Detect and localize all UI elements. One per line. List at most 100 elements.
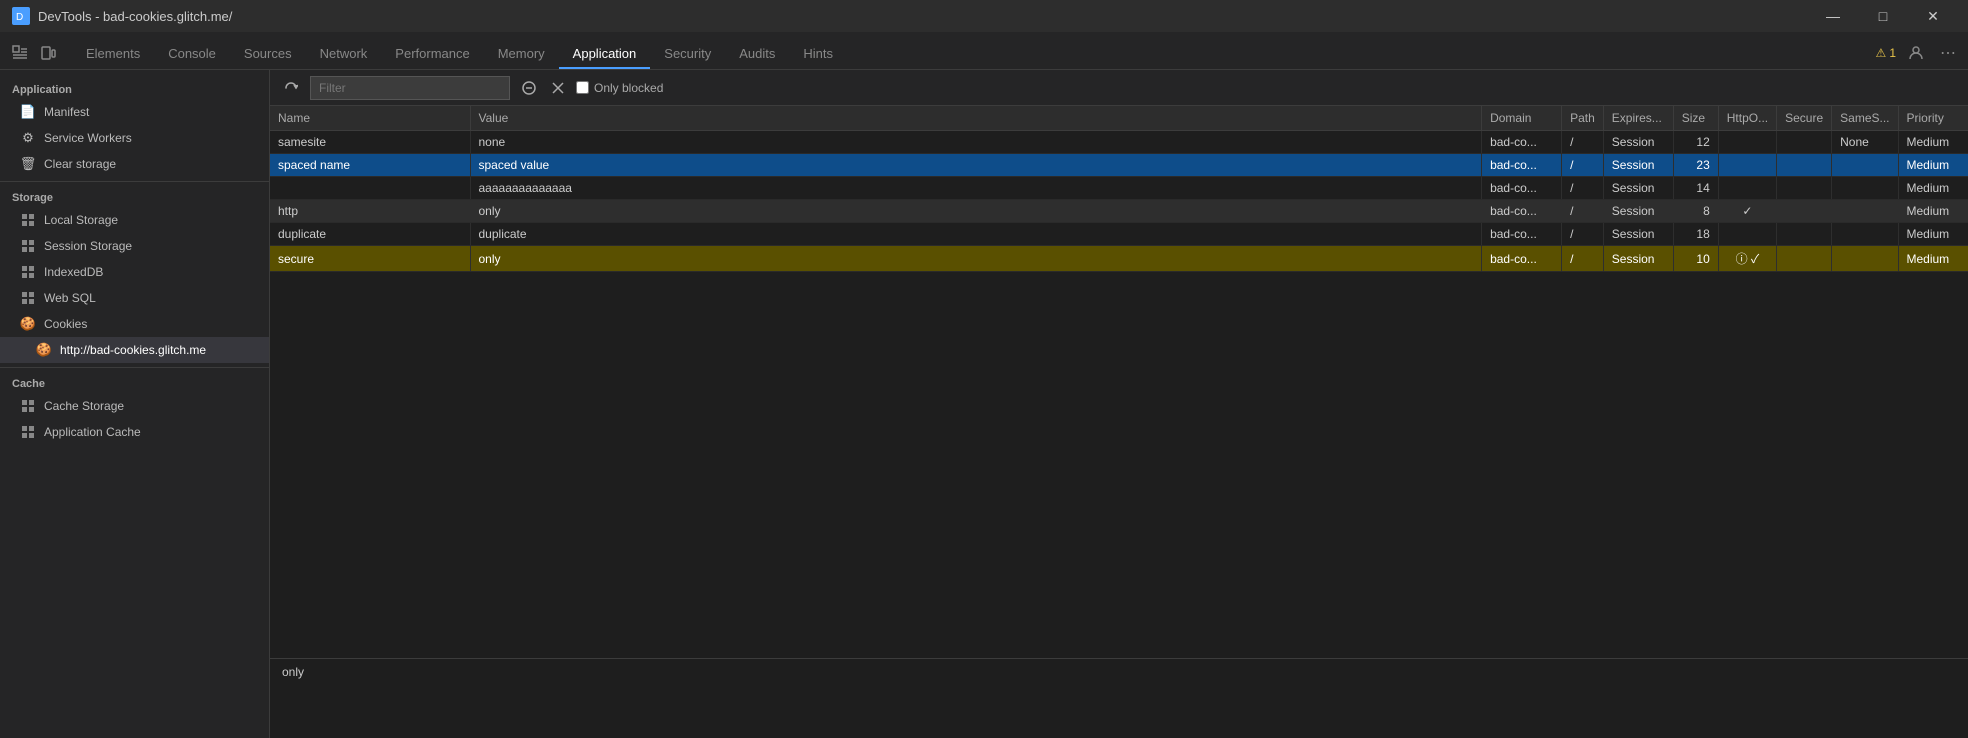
cell-path: / <box>1562 177 1604 200</box>
sidebar-divider-2 <box>0 367 269 368</box>
cell-path: / <box>1562 246 1604 272</box>
cell-samesite <box>1832 223 1898 246</box>
col-header-path[interactable]: Path <box>1562 106 1604 131</box>
web-sql-icon <box>20 290 36 306</box>
tabs-bar: Elements Console Sources Network Perform… <box>0 32 1968 70</box>
local-storage-icon <box>20 212 36 228</box>
sidebar-item-app-cache[interactable]: Application Cache <box>0 419 269 445</box>
table-row[interactable]: aaaaaaaaaaaaaabad-co.../Session14Medium <box>270 177 1968 200</box>
cell-size: 8 <box>1673 200 1718 223</box>
cell-httpOnly: ✓ <box>1718 200 1776 223</box>
cell-domain: bad-co... <box>1482 246 1562 272</box>
sidebar-item-web-sql[interactable]: Web SQL <box>0 285 269 311</box>
cell-name: duplicate <box>270 223 470 246</box>
tab-hints[interactable]: Hints <box>789 40 847 69</box>
col-header-value[interactable]: Value <box>470 106 1482 131</box>
cell-expires: Session <box>1603 177 1673 200</box>
sidebar-item-cache-storage-label: Cache Storage <box>44 399 124 413</box>
cache-storage-icon <box>20 398 36 414</box>
warning-count: 1 <box>1889 46 1896 60</box>
table-row[interactable]: httponlybad-co.../Session8✓Medium <box>270 200 1968 223</box>
col-header-http[interactable]: HttpO... <box>1718 106 1776 131</box>
clear-cookies-button[interactable] <box>518 79 540 97</box>
sidebar-item-local-storage[interactable]: Local Storage <box>0 207 269 233</box>
col-header-size[interactable]: Size <box>1673 106 1718 131</box>
filter-input[interactable] <box>310 76 510 100</box>
sidebar-item-cookie-url[interactable]: 🍪 http://bad-cookies.glitch.me <box>0 337 269 363</box>
sidebar-item-session-storage[interactable]: Session Storage <box>0 233 269 259</box>
delete-button[interactable] <box>548 80 568 96</box>
table-row[interactable]: duplicateduplicatebad-co.../Session18Med… <box>270 223 1968 246</box>
col-header-domain[interactable]: Domain <box>1482 106 1562 131</box>
cell-httpOnly: ⓘ ✓ <box>1718 246 1776 272</box>
cell-priority: Medium <box>1898 177 1968 200</box>
tab-security[interactable]: Security <box>650 40 725 69</box>
sidebar-item-local-storage-label: Local Storage <box>44 213 118 227</box>
sidebar-item-manifest[interactable]: 📄 Manifest <box>0 99 269 125</box>
cell-samesite: None <box>1832 131 1898 154</box>
tab-memory[interactable]: Memory <box>484 40 559 69</box>
cell-size: 23 <box>1673 154 1718 177</box>
col-header-expires[interactable]: Expires... <box>1603 106 1673 131</box>
sidebar-item-clear-storage[interactable]: 🗑 Clear storage <box>0 151 269 177</box>
sidebar-item-indexeddb[interactable]: IndexedDB <box>0 259 269 285</box>
sidebar-item-session-storage-label: Session Storage <box>44 239 132 253</box>
cell-domain: bad-co... <box>1482 200 1562 223</box>
close-button[interactable]: ✕ <box>1910 0 1956 32</box>
table-row[interactable]: spaced namespaced valuebad-co.../Session… <box>270 154 1968 177</box>
cell-size: 10 <box>1673 246 1718 272</box>
session-storage-icon <box>20 238 36 254</box>
col-header-samesite[interactable]: SameS... <box>1832 106 1898 131</box>
cell-domain: bad-co... <box>1482 223 1562 246</box>
device-icon[interactable] <box>36 41 60 65</box>
tab-audits[interactable]: Audits <box>725 40 789 69</box>
tab-right-controls: ⚠ 1 ⋯ <box>1876 41 1960 69</box>
cell-expires: Session <box>1603 246 1673 272</box>
col-header-priority[interactable]: Priority <box>1898 106 1968 131</box>
sidebar-item-cache-storage[interactable]: Cache Storage <box>0 393 269 419</box>
user-icon[interactable] <box>1904 41 1928 65</box>
cell-domain: bad-co... <box>1482 131 1562 154</box>
cell-value: duplicate <box>470 223 1482 246</box>
tab-sources[interactable]: Sources <box>230 40 306 69</box>
service-workers-icon: ⚙ <box>20 130 36 146</box>
svg-text:D: D <box>16 12 23 23</box>
cell-domain: bad-co... <box>1482 177 1562 200</box>
cell-size: 14 <box>1673 177 1718 200</box>
table-row[interactable]: samesitenonebad-co.../Session12NoneMediu… <box>270 131 1968 154</box>
cell-path: / <box>1562 131 1604 154</box>
cookies-icon: 🍪 <box>20 316 36 332</box>
title-bar: D DevTools - bad-cookies.glitch.me/ — □ … <box>0 0 1968 32</box>
warning-badge[interactable]: ⚠ 1 <box>1876 46 1896 60</box>
inspect-icon[interactable] <box>8 41 32 65</box>
cell-value: none <box>470 131 1482 154</box>
col-header-name[interactable]: Name <box>270 106 470 131</box>
cell-expires: Session <box>1603 200 1673 223</box>
sidebar-item-cookies[interactable]: 🍪 Cookies <box>0 311 269 337</box>
cell-secure <box>1777 177 1832 200</box>
table-row[interactable]: secureonlybad-co.../Session10ⓘ ✓Medium <box>270 246 1968 272</box>
tab-icons <box>8 41 60 69</box>
cookie-table-wrapper: Name Value Domain Path Expires... Size H… <box>270 106 1968 658</box>
minimize-button[interactable]: — <box>1810 0 1856 32</box>
cell-httpOnly <box>1718 154 1776 177</box>
tab-network[interactable]: Network <box>306 40 382 69</box>
indexeddb-icon <box>20 264 36 280</box>
tab-application[interactable]: Application <box>559 40 651 69</box>
more-options-button[interactable]: ⋯ <box>1936 43 1960 63</box>
cell-priority: Medium <box>1898 154 1968 177</box>
col-header-secure[interactable]: Secure <box>1777 106 1832 131</box>
cell-expires: Session <box>1603 223 1673 246</box>
only-blocked-label[interactable]: Only blocked <box>576 81 663 95</box>
tab-performance[interactable]: Performance <box>381 40 483 69</box>
tab-console[interactable]: Console <box>154 40 230 69</box>
tab-elements[interactable]: Elements <box>72 40 154 69</box>
cell-samesite <box>1832 177 1898 200</box>
only-blocked-checkbox[interactable] <box>576 81 589 94</box>
refresh-button[interactable] <box>280 79 302 97</box>
cell-samesite <box>1832 200 1898 223</box>
maximize-button[interactable]: □ <box>1860 0 1906 32</box>
cell-path: / <box>1562 154 1604 177</box>
sidebar-item-service-workers[interactable]: ⚙ Service Workers <box>0 125 269 151</box>
cell-name: spaced name <box>270 154 470 177</box>
